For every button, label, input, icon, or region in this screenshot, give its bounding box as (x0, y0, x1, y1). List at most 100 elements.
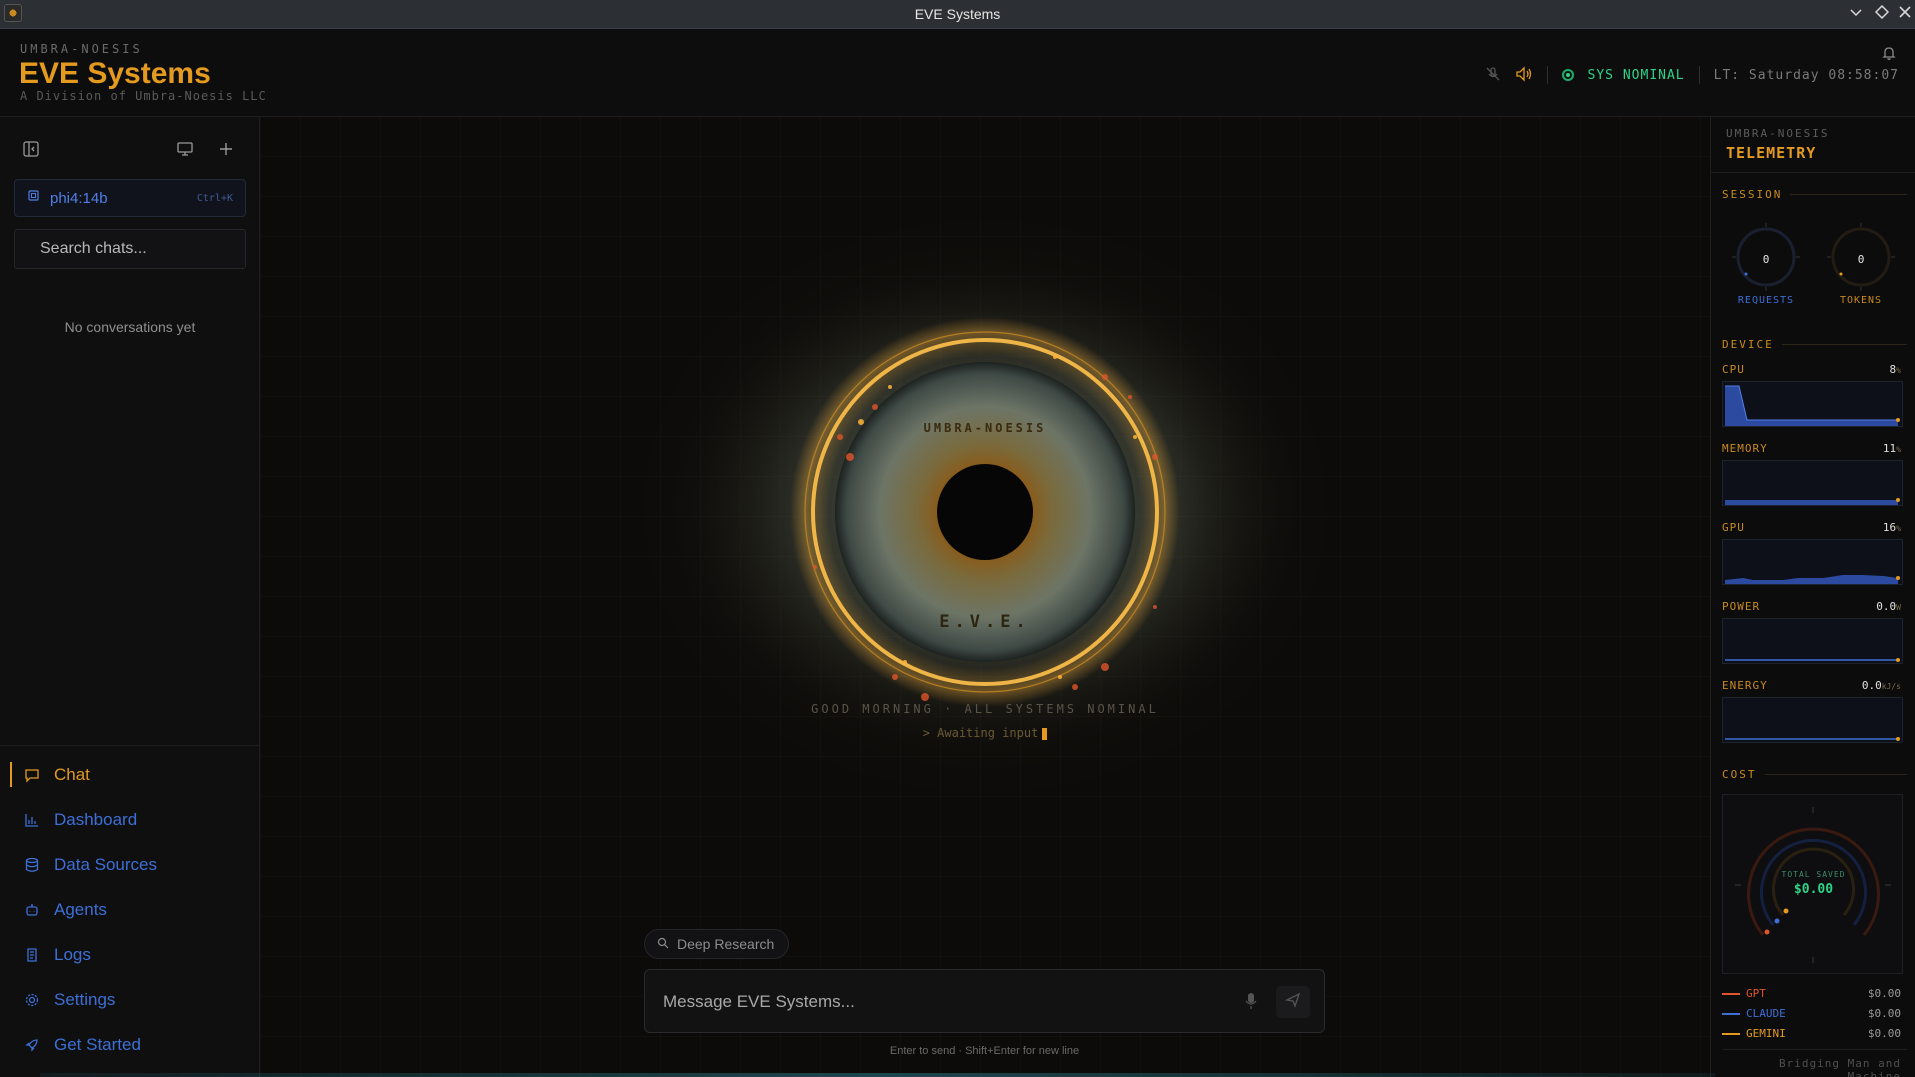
chat-bubble-icon (24, 767, 40, 783)
nav-item-data-sources[interactable]: Data Sources (0, 842, 260, 887)
memory-unit: % (1896, 445, 1901, 454)
cpu-chip-icon (27, 189, 40, 207)
awaiting-label: > Awaiting input (922, 726, 1039, 740)
telemetry-title: TELEMETRY (1726, 144, 1817, 162)
cpu-value: 8% (1890, 363, 1901, 376)
search-chats-input[interactable] (14, 229, 246, 269)
model-shortcut: Ctrl+K (196, 192, 233, 204)
energy-metric: ENERGY 0.0kJ/s (1722, 679, 1907, 743)
nav-item-chat[interactable]: Chat (0, 752, 260, 797)
nav-label: Data Sources (54, 854, 157, 874)
memory-metric: MEMORY 11% (1722, 442, 1907, 506)
bar-chart-icon (24, 812, 40, 828)
cost-row-claude: CLAUDE $0.00 (1722, 1007, 1907, 1020)
monitor-icon[interactable] (176, 140, 198, 162)
power-value: 0.0W (1876, 600, 1901, 613)
scroll-icon (24, 947, 40, 963)
total-saved-value: $0.00 (1793, 882, 1834, 897)
nav-item-settings[interactable]: Settings (0, 977, 260, 1022)
maximize-diamond-icon[interactable] (1872, 4, 1892, 24)
nav-item-dashboard[interactable]: Dashboard (0, 797, 260, 842)
nav-item-agents[interactable]: Agents (0, 887, 260, 932)
telemetry-parent: UMBRA-NOESIS (1726, 127, 1830, 140)
gpt-value: $0.00 (1867, 987, 1901, 1000)
deep-research-button[interactable]: Deep Research (644, 929, 790, 959)
cost-row-gpt: GPT $0.00 (1722, 987, 1907, 1000)
brand-subtitle: A Division of Umbra-Noesis LLC (20, 89, 267, 103)
rocket-icon (24, 1037, 40, 1053)
mic-off-icon[interactable] (1485, 66, 1501, 85)
gemini-value: $0.00 (1867, 1027, 1901, 1040)
telemetry-panel: UMBRA-NOESIS TELEMETRY SESSION 0 REQUEST… (1710, 117, 1915, 1077)
sidebar: phi4:14b Ctrl+K No conversations yet Cha… (0, 117, 260, 1077)
memory-label: MEMORY (1722, 442, 1768, 455)
energy-sparkline (1722, 697, 1903, 743)
local-time: LT: Saturday 08:58:07 (1713, 67, 1899, 83)
session-section-label: SESSION (1722, 188, 1907, 201)
total-saved-label: TOTAL SAVED (1781, 870, 1846, 879)
system-status: SYS NOMINAL (1587, 67, 1685, 83)
message-input[interactable] (663, 984, 1223, 1020)
gemini-swatch (1722, 1032, 1740, 1035)
database-icon (24, 857, 40, 873)
minimize-chevron-icon[interactable] (1846, 4, 1866, 24)
cost-row-gemini: GEMINI $0.00 (1722, 1027, 1907, 1040)
telemetry-divider (1711, 172, 1915, 173)
gear-icon (24, 992, 40, 1008)
speaker-icon[interactable] (1515, 65, 1533, 85)
eve-eye-emblem: UMBRA-NOESIS E.V.E. (635, 207, 1335, 767)
eye-top-text: UMBRA-NOESIS (924, 421, 1047, 435)
empty-conversations-message: No conversations yet (64, 319, 196, 335)
header-status-bar: SYS NOMINAL LT: Saturday 08:58:07 (1485, 63, 1899, 87)
eye-bottom-text: E.V.E. (939, 612, 1030, 632)
requests-gauge: 0 REQUESTS (1726, 217, 1806, 306)
composer-hint: Enter to send · Shift+Enter for new line (889, 1045, 1080, 1057)
brand-parent: UMBRA-NOESIS (20, 42, 143, 56)
gpt-swatch (1722, 992, 1740, 995)
claude-value: $0.00 (1867, 1007, 1901, 1020)
window-titlebar: EVE Systems (0, 0, 1915, 29)
gpu-number: 16 (1882, 521, 1897, 534)
claude-swatch (1722, 1012, 1740, 1015)
nav-label: Chat (54, 764, 90, 784)
tokens-value: 0 (1857, 253, 1865, 266)
robot-icon (24, 902, 40, 918)
nav-item-get-started[interactable]: Get Started (0, 1022, 260, 1067)
text-cursor (1042, 727, 1048, 740)
main-navigation: Chat Dashboard Data Sources Agents Logs … (0, 745, 260, 1067)
gemini-label: GEMINI (1746, 1027, 1786, 1040)
energy-number: 0.0 (1861, 679, 1882, 692)
window-title: EVE Systems (914, 6, 1001, 22)
new-chat-plus-icon[interactable] (217, 140, 239, 162)
nav-label: Settings (54, 989, 116, 1009)
model-selector[interactable]: phi4:14b Ctrl+K (14, 179, 246, 217)
nav-item-logs[interactable]: Logs (0, 932, 260, 977)
memory-value: 11% (1883, 442, 1901, 455)
bell-icon[interactable] (1881, 45, 1897, 66)
microphone-icon[interactable] (1244, 992, 1262, 1012)
cpu-unit: % (1896, 366, 1901, 375)
cpu-sparkline (1722, 381, 1903, 427)
nav-label: Logs (54, 944, 91, 964)
device-section-label: DEVICE (1722, 338, 1907, 351)
greeting-text: GOOD MORNING · ALL SYSTEMS NOMINAL (811, 702, 1159, 716)
gpu-sparkline (1722, 539, 1903, 585)
tokens-label: TOKENS (1839, 295, 1883, 306)
gpu-value: 16% (1883, 521, 1901, 534)
gpu-label: GPU (1722, 521, 1745, 534)
app-header: UMBRA-NOESIS EVE Systems A Division of U… (0, 29, 1915, 117)
cost-gauge: TOTAL SAVED $0.00 (1722, 794, 1903, 974)
nav-label: Get Started (54, 1034, 141, 1054)
telemetry-footer: Bridging Man and Machine (1779, 1057, 1901, 1077)
close-icon[interactable] (1895, 4, 1915, 24)
send-button[interactable] (1276, 986, 1310, 1018)
collapse-sidebar-icon[interactable] (22, 140, 44, 162)
message-composer (644, 969, 1325, 1033)
energy-value: 0.0kJ/s (1862, 679, 1901, 692)
brand-title: EVE Systems (19, 57, 211, 90)
requests-label: REQUESTS (1737, 295, 1795, 306)
status-indicator-icon (1561, 69, 1574, 81)
nav-label: Dashboard (54, 809, 138, 829)
bottom-glow-bar (40, 1073, 1715, 1077)
requests-value: 0 (1762, 253, 1770, 266)
